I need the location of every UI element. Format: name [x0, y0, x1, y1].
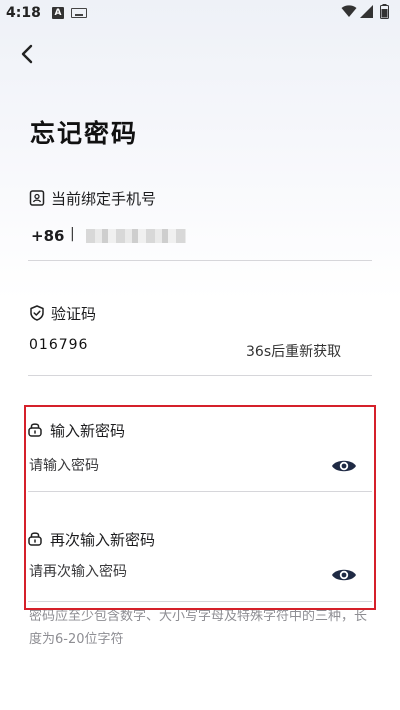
verify-code-input[interactable]: 016796	[29, 337, 88, 353]
signal-icon	[360, 5, 373, 18]
confirm-password-input[interactable]	[29, 561, 319, 583]
status-time: 4:18	[6, 5, 41, 21]
back-button[interactable]	[14, 40, 42, 68]
confirm-password-label: 再次输入新密码	[50, 531, 156, 549]
wifi-icon	[341, 5, 357, 17]
new-password-input[interactable]	[29, 455, 319, 477]
eye-icon	[332, 460, 356, 472]
resend-code-button[interactable]: 36s后重新获取	[246, 341, 341, 361]
toggle-new-password-visibility[interactable]	[331, 457, 357, 475]
keyboard-icon	[71, 8, 87, 18]
divider	[28, 260, 372, 261]
divider	[28, 491, 372, 492]
toggle-confirm-password-visibility[interactable]	[331, 566, 357, 584]
page-title: 忘记密码	[30, 119, 139, 148]
verify-code-label: 验证码	[51, 305, 97, 323]
country-code: +86	[31, 227, 65, 245]
lock-icon	[28, 532, 42, 546]
phone-id-icon	[29, 190, 45, 206]
divider	[28, 601, 372, 602]
masked-phone-number	[86, 229, 186, 243]
chevron-left-icon	[21, 44, 33, 64]
lock-icon	[28, 423, 42, 437]
phone-label: 当前绑定手机号	[51, 190, 157, 208]
eye-icon	[332, 569, 356, 581]
password-rule-hint: 密码应至少包含数字、大小写字母及特殊字符中的三种，长度为6-20位字符	[29, 609, 368, 647]
shield-check-icon	[30, 305, 44, 321]
notification-app-icon: A	[52, 7, 64, 19]
battery-icon	[380, 4, 389, 19]
phone-separator: |	[70, 226, 75, 242]
divider	[28, 375, 372, 376]
new-password-label: 输入新密码	[50, 422, 126, 440]
